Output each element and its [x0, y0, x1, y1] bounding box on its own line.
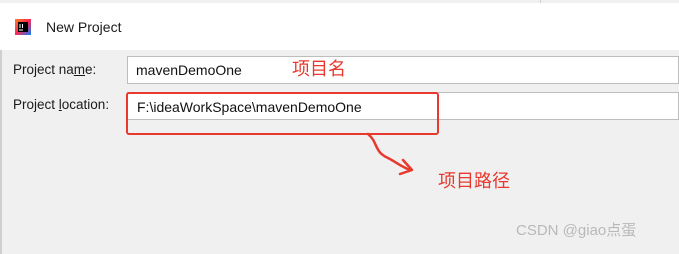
top-edge-divider — [540, 0, 541, 3]
project-name-value: mavenDemoOne — [136, 62, 242, 78]
project-location-label: Project location: — [13, 97, 110, 112]
title-bar: New Project — [0, 0, 679, 50]
left-edge — [0, 50, 2, 254]
project-name-annotation: 项目名 — [292, 59, 346, 80]
project-name-label: Project name: — [13, 62, 97, 77]
red-arrow-icon — [366, 132, 414, 176]
top-edge — [0, 0, 679, 3]
project-name-input[interactable]: mavenDemoOne — [127, 56, 679, 84]
window-title: New Project — [46, 19, 122, 35]
csdn-watermark: CSDN @giao点蛋 — [516, 222, 637, 239]
new-project-dialog: New Project Project name: mavenDemoOne P… — [0, 0, 679, 254]
project-location-annotation: 项目路径 — [438, 171, 510, 192]
intellij-idea-icon — [15, 19, 31, 35]
